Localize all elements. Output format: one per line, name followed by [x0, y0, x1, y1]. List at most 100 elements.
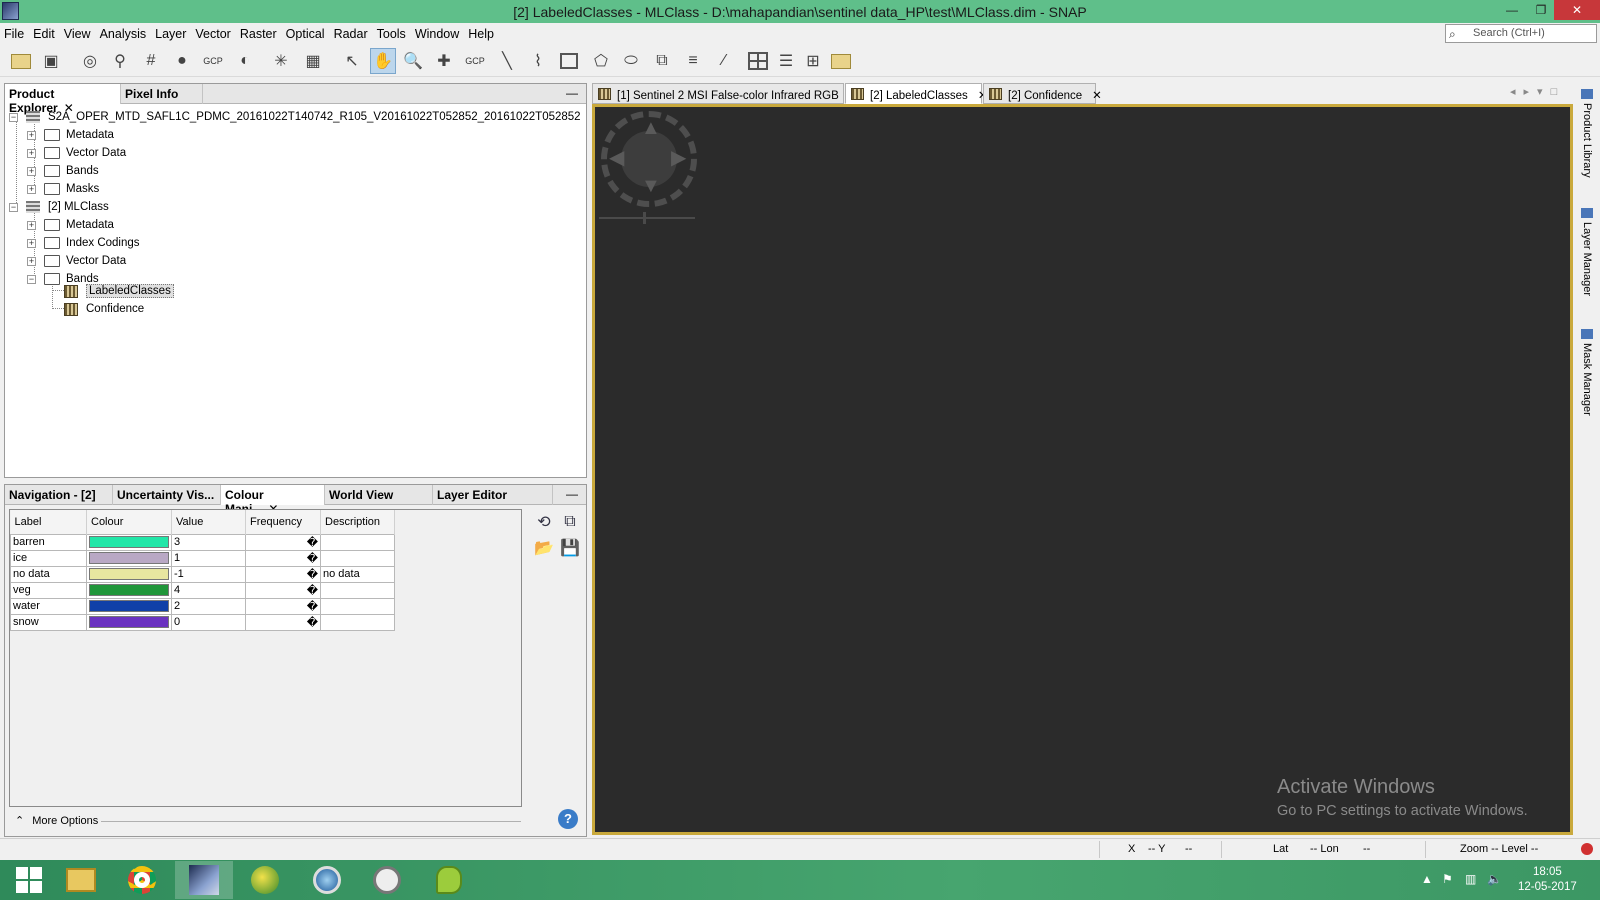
tree-item-product2[interactable]: − [2] MLClass: [9, 198, 109, 216]
table-row[interactable]: barren 3 �: [10, 533, 395, 551]
table-row[interactable]: snow 0 �: [10, 613, 395, 631]
column-header-colour[interactable]: Colour: [86, 510, 172, 534]
rectangle-drawing-tool-icon[interactable]: [556, 48, 582, 74]
minimize-panel-icon[interactable]: —: [566, 487, 578, 501]
tab-labeledclasses-view[interactable]: [2] LabeledClasses✕: [845, 83, 987, 104]
colour-swatch[interactable]: [89, 616, 169, 628]
volume-icon[interactable]: 🔈: [1487, 872, 1502, 886]
export-icon[interactable]: 💾: [559, 537, 581, 559]
cell-label[interactable]: ice: [10, 549, 87, 567]
pan-tool-icon[interactable]: ✋: [370, 48, 396, 74]
side-tab-mask-manager[interactable]: Mask Manager: [1581, 329, 1593, 416]
cell-description[interactable]: [320, 581, 395, 599]
tree-item-band-labeledclasses[interactable]: LabeledClasses: [64, 282, 174, 300]
image-view-canvas[interactable]: ▲ ▼ ◀ ▶: [592, 104, 1573, 835]
tree-item-metadata[interactable]: + Metadata: [27, 126, 114, 144]
cell-description[interactable]: no data: [320, 565, 395, 583]
tile-evenly-icon[interactable]: [828, 48, 854, 74]
colour-swatch[interactable]: [89, 536, 169, 548]
arrow-down-icon[interactable]: ▼: [641, 175, 661, 198]
column-header-value[interactable]: Value: [171, 510, 246, 534]
menu-optical[interactable]: Optical: [286, 27, 325, 41]
taskbar-search-app[interactable]: [298, 861, 356, 899]
cell-value[interactable]: -1: [171, 565, 246, 583]
collapse-icon[interactable]: −: [27, 274, 36, 284]
table-row[interactable]: water 2 �: [10, 597, 395, 615]
menu-tools[interactable]: Tools: [377, 27, 406, 41]
cell-value[interactable]: 0: [171, 613, 246, 631]
taskbar-snap[interactable]: [175, 861, 233, 899]
range-finder-icon[interactable]: ◎: [77, 48, 103, 74]
minimize-button[interactable]: —: [1497, 0, 1527, 20]
cell-description[interactable]: [320, 597, 395, 615]
network-icon[interactable]: ▥: [1465, 872, 1476, 886]
colour-swatch[interactable]: [89, 600, 169, 612]
taskbar-sphere-app[interactable]: [236, 861, 294, 899]
mosaic-icon[interactable]: ✳: [268, 48, 294, 74]
cell-label[interactable]: no data: [10, 565, 87, 583]
expand-icon[interactable]: +: [27, 220, 36, 230]
arrow-left-icon[interactable]: ◀: [609, 145, 624, 170]
profile-plot-icon[interactable]: ≡: [680, 48, 706, 74]
expand-icon[interactable]: +: [27, 130, 36, 140]
save-product-icon[interactable]: ▣: [38, 48, 64, 74]
multi-apply-icon[interactable]: ⧉: [559, 511, 581, 533]
tab-scroll-controls[interactable]: ◂▸▾□: [1510, 85, 1565, 98]
expand-icon[interactable]: +: [27, 238, 36, 248]
sphere-icon[interactable]: ◐: [232, 48, 258, 74]
tab-pixel-info[interactable]: Pixel Info: [121, 84, 203, 104]
tree-item-product1[interactable]: − S2A_OPER_MTD_SAFL1C_PDMC_20161022T1407…: [9, 108, 581, 126]
tray-chevron-up-icon[interactable]: ▲: [1421, 872, 1433, 886]
menu-file[interactable]: File: [4, 27, 24, 41]
navigation-wheel-icon[interactable]: ▲ ▼ ◀ ▶: [601, 111, 697, 207]
pin-placing-tool-icon[interactable]: ✚: [431, 48, 457, 74]
cell-colour[interactable]: [86, 533, 172, 551]
flag-icon[interactable]: ⚑: [1442, 872, 1453, 886]
close-icon[interactable]: ✕: [1092, 90, 1102, 102]
arrow-right-icon[interactable]: ▶: [671, 145, 686, 170]
collapse-icon[interactable]: −: [9, 112, 18, 122]
tab-confidence-view[interactable]: [2] Confidence ✕: [983, 83, 1102, 104]
arrow-up-icon[interactable]: ▲: [641, 117, 661, 140]
tree-item-masks[interactable]: + Masks: [27, 180, 99, 198]
menu-raster[interactable]: Raster: [240, 27, 277, 41]
polygon-drawing-tool-icon[interactable]: ⬠: [588, 48, 614, 74]
reset-icon[interactable]: ⟲: [533, 511, 555, 533]
cell-colour[interactable]: [86, 597, 172, 615]
tile-grid-icon[interactable]: ⊞: [800, 48, 826, 74]
cell-colour[interactable]: [86, 565, 172, 583]
gcp-placing-tool-icon[interactable]: GCP: [462, 48, 488, 74]
menu-vector[interactable]: Vector: [195, 27, 230, 41]
menu-help[interactable]: Help: [468, 27, 494, 41]
cell-value[interactable]: 3: [171, 533, 246, 551]
import-icon[interactable]: 📂: [533, 537, 555, 559]
side-tab-layer-manager[interactable]: Layer Manager: [1581, 208, 1593, 296]
column-header-label[interactable]: Label: [10, 510, 87, 534]
expand-icon[interactable]: +: [27, 256, 36, 266]
close-button[interactable]: ✕: [1554, 0, 1600, 20]
select-tool-icon[interactable]: ↖: [339, 48, 365, 74]
table-row[interactable]: no data -1 � no data: [10, 565, 395, 583]
tab-uncertainty-visualisation[interactable]: Uncertainty Vis...: [113, 485, 221, 505]
expand-icon[interactable]: +: [27, 148, 36, 158]
cell-colour[interactable]: [86, 613, 172, 631]
tab-colour-manipulation[interactable]: Colour Mani...✕: [221, 485, 325, 516]
graticule-icon[interactable]: #: [138, 48, 164, 74]
magic-wand-icon[interactable]: ⧉: [649, 48, 675, 74]
maximize-button[interactable]: ❐: [1526, 0, 1556, 20]
pin-icon[interactable]: ●: [169, 48, 195, 74]
cell-description[interactable]: [320, 549, 395, 567]
pin-manager-icon[interactable]: ⚲: [107, 48, 133, 74]
cell-value[interactable]: 1: [171, 549, 246, 567]
menu-view[interactable]: View: [64, 27, 91, 41]
more-options-toggle[interactable]: ⌃ More Options: [15, 814, 98, 828]
taskbar-clock[interactable]: 18:05 12-05-2017: [1518, 865, 1577, 895]
colour-swatch[interactable]: [89, 568, 169, 580]
zoom-tool-icon[interactable]: 🔍: [400, 48, 426, 74]
open-product-icon[interactable]: [8, 48, 34, 74]
expand-icon[interactable]: +: [27, 166, 36, 176]
taskbar-network-app[interactable]: [358, 861, 416, 899]
cell-value[interactable]: 2: [171, 597, 246, 615]
taskbar-file-explorer[interactable]: [52, 861, 110, 899]
menu-radar[interactable]: Radar: [334, 27, 368, 41]
